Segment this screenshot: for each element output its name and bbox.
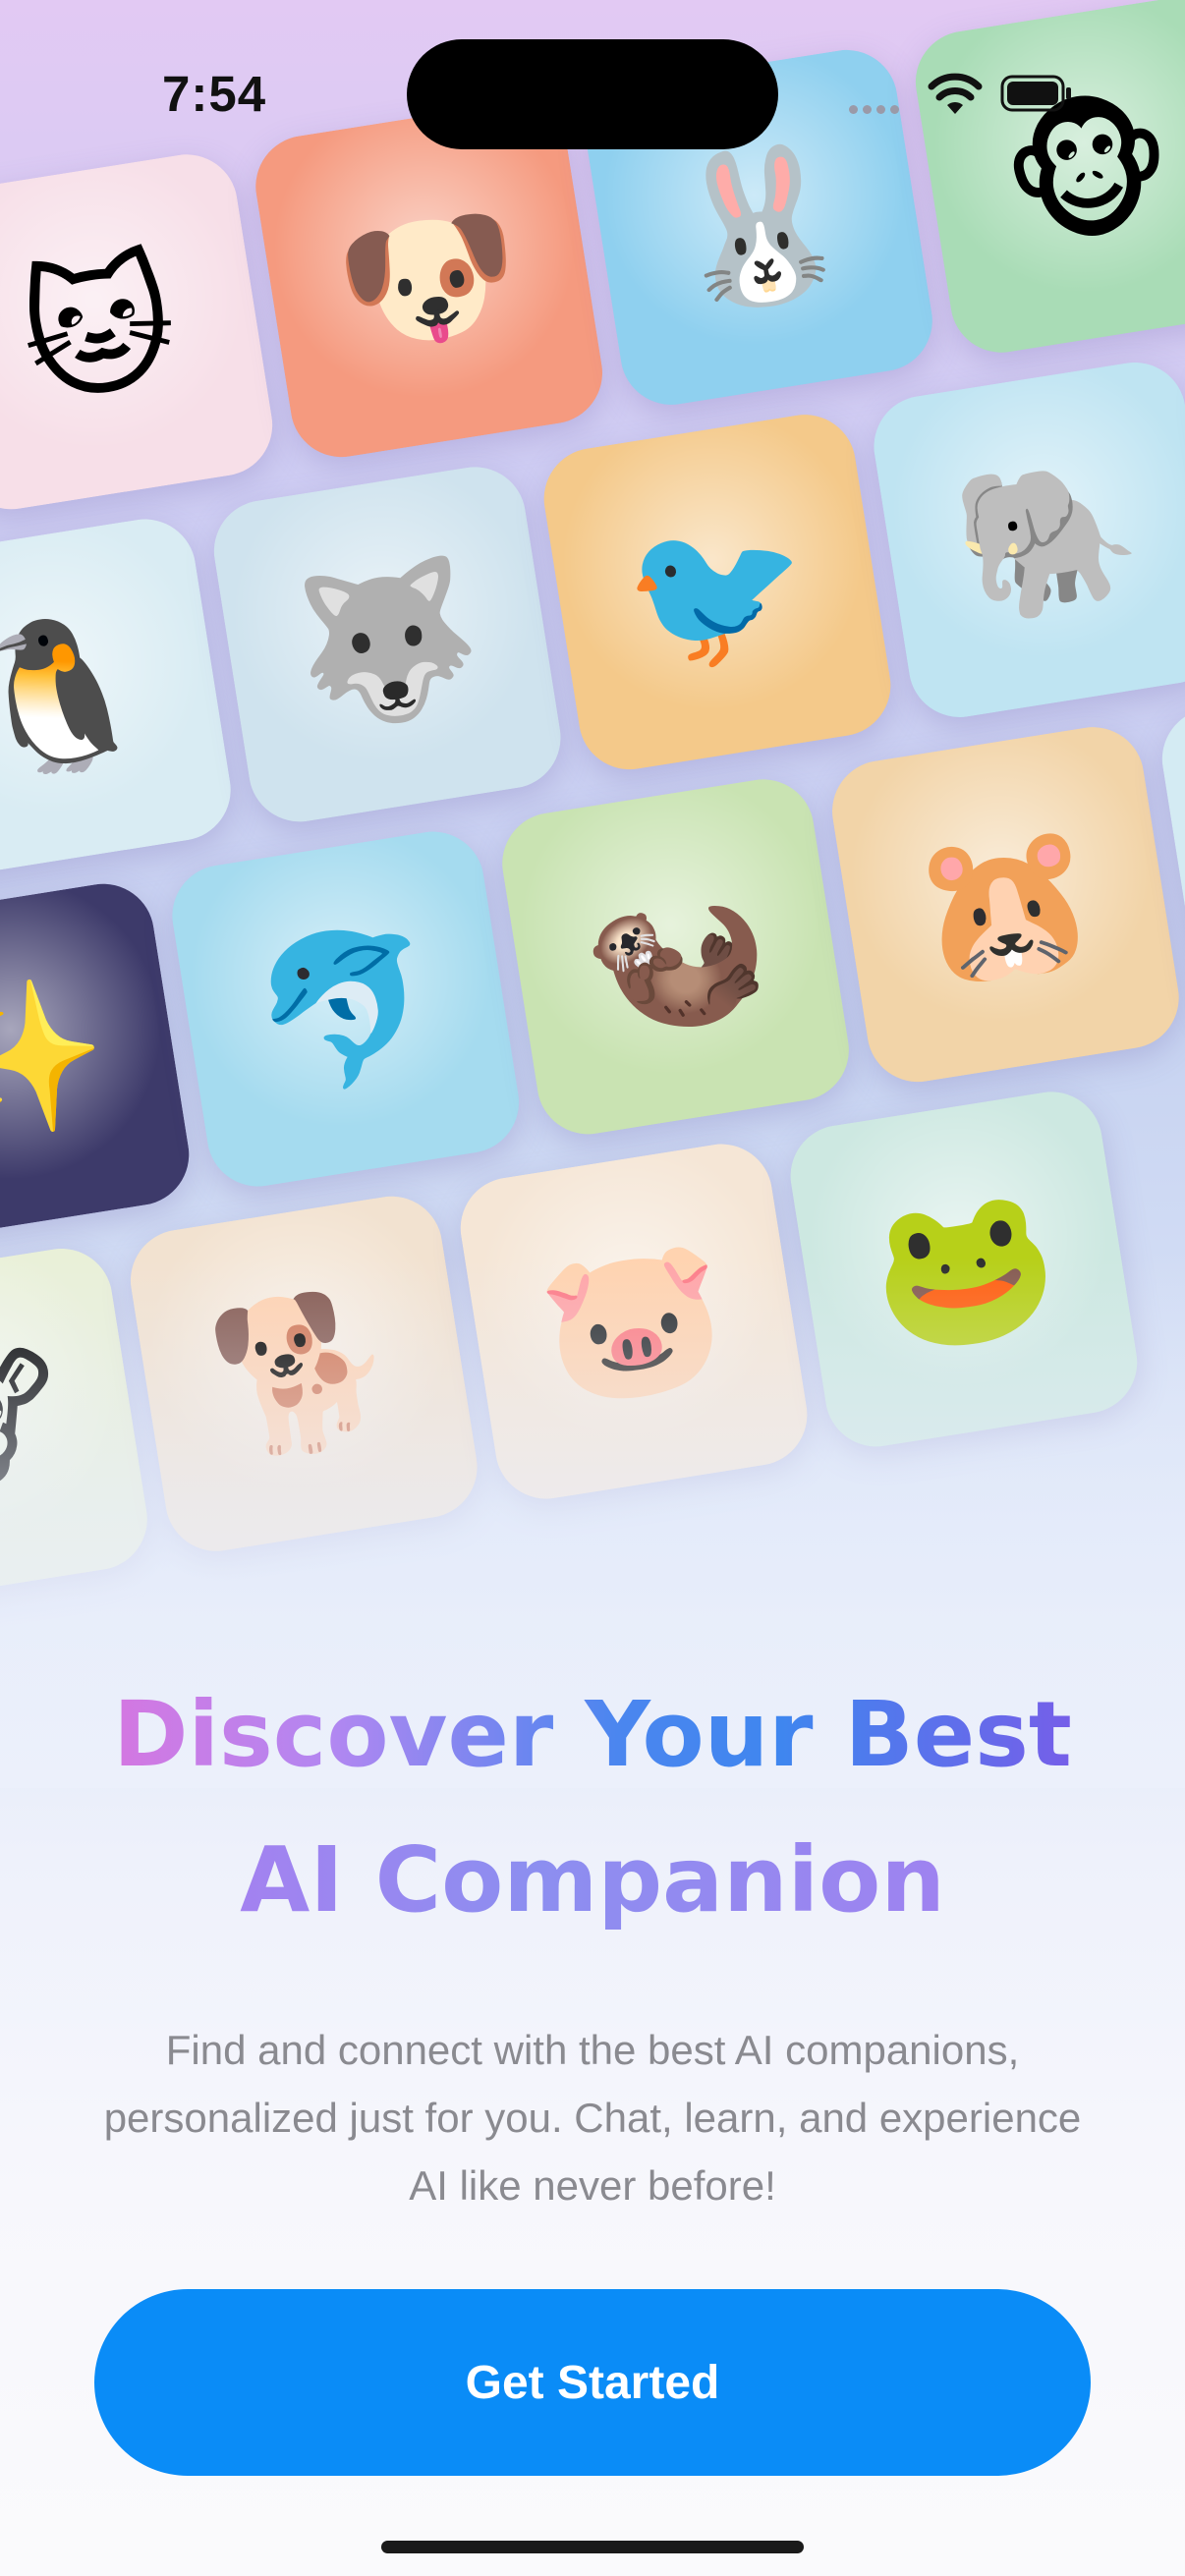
companion-tile-cat: 🐱	[0, 146, 280, 517]
hamster-icon: 🐹	[901, 806, 1110, 1004]
companion-tile-grid: 🐱🐶🐰🐵🐨🐧🐺🐦🐘🌌✨🐬🦦🐹🐝🐮🐕🐷🐸	[0, 0, 1185, 1788]
headline-line-1: Discover Your Best	[0, 1662, 1185, 1808]
wifi-icon	[928, 73, 983, 114]
dolphin-icon: 🐬	[241, 910, 450, 1108]
home-indicator	[381, 2541, 804, 2553]
penguin-icon: 🐧	[0, 597, 162, 796]
headline-line-2: AI Companion	[0, 1808, 1185, 1953]
signal-dots-icon	[849, 101, 908, 115]
companion-tile-otter: 🦦	[494, 771, 857, 1142]
companion-tile-wolf: 🐺	[206, 459, 569, 829]
companion-tile-dolphin: 🐬	[164, 824, 527, 1195]
status-bar: 7:54	[0, 0, 1185, 187]
wolf-icon: 🐺	[283, 545, 492, 744]
battery-icon	[1000, 75, 1071, 112]
night-sky-icon: ✨	[0, 962, 120, 1160]
companion-tile-night-sky: ✨	[0, 876, 197, 1247]
companion-tile-penguin: 🐧	[0, 512, 239, 882]
bird-icon: 🐦	[613, 493, 821, 692]
subtitle-text: Find and connect with the best AI compan…	[103, 2027, 1082, 2209]
page-title: Discover Your Best AI Companion	[0, 1662, 1185, 1953]
elephant-icon: 🐘	[942, 440, 1152, 639]
cat-icon: 🐱	[9, 235, 189, 428]
status-time: 7:54	[162, 66, 267, 122]
companion-tile-elephant: 🐘	[866, 355, 1185, 725]
otter-icon: 🦦	[571, 858, 780, 1056]
companion-tile-bird: 🐦	[536, 407, 898, 777]
companion-tile-hamster: 🐹	[824, 719, 1185, 1090]
dynamic-island	[407, 39, 778, 149]
get-started-button[interactable]: Get Started	[94, 2289, 1091, 2476]
